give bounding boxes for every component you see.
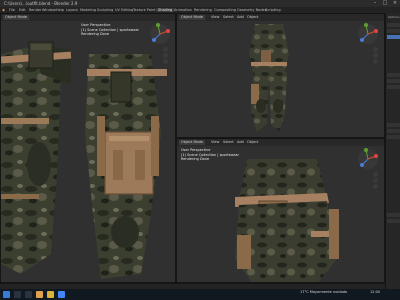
menu-help[interactable]: Help <box>56 8 64 12</box>
property-row[interactable] <box>387 29 400 33</box>
menu-view[interactable]: View <box>211 15 219 20</box>
tab-shading[interactable]: Shading <box>156 8 175 12</box>
render-status: Rendering Done <box>81 32 110 36</box>
camera-icon[interactable] <box>373 59 378 64</box>
tab-sculpting[interactable]: Sculpting <box>97 8 113 12</box>
top-right-viewport-render <box>249 24 289 132</box>
menu-select[interactable]: Select <box>223 15 234 20</box>
zoom-icon[interactable] <box>373 172 378 177</box>
viewport-bottom-right-header: Object Mode View Select Add Object <box>177 139 384 146</box>
tab-texture-paint[interactable]: Texture Paint <box>133 8 156 12</box>
zoom-icon[interactable] <box>373 47 378 52</box>
property-row[interactable] <box>387 135 400 139</box>
tab-scripting[interactable]: Scripting <box>265 8 281 12</box>
task-view-icon[interactable] <box>25 291 32 298</box>
close-button[interactable]: × <box>390 0 400 7</box>
viewport-top-right[interactable]: Object Mode View Select Add Object <box>176 13 385 138</box>
viewport-top-right-nav-buttons <box>373 47 378 65</box>
search-icon[interactable] <box>14 291 21 298</box>
menu-select[interactable]: Select <box>223 140 234 145</box>
menu-object[interactable]: Object <box>247 15 258 20</box>
blender-taskbar-icon[interactable] <box>36 291 43 298</box>
property-row[interactable] <box>387 213 400 217</box>
viewport-bottom-right-info: User Perspective (1) Scene Collection | … <box>181 148 239 162</box>
camera-icon[interactable] <box>163 59 168 64</box>
zoom-icon[interactable] <box>163 47 168 52</box>
maximize-button[interactable]: □ <box>380 0 390 7</box>
viewport-left-nav-buttons <box>163 47 168 65</box>
window-title: C:\Users\...\outfit.blend - Blender 2.9 <box>4 1 78 6</box>
menu-view[interactable]: View <box>211 140 219 145</box>
menu-object[interactable]: Object <box>247 140 258 145</box>
blender-logo-icon[interactable]: ◉ <box>2 8 5 12</box>
navigation-gizmo-icon[interactable] <box>149 23 171 45</box>
viewport-bottom-right-nav-buttons <box>373 172 378 190</box>
pan-icon[interactable] <box>373 178 378 183</box>
weather-status[interactable]: 17°C Mayormente nublado <box>300 290 347 295</box>
taskbar: 17°C Mayormente nublado 12:00 <box>0 289 400 300</box>
menu-add[interactable]: Add <box>237 140 244 145</box>
property-row-selected[interactable] <box>387 35 400 39</box>
menu-window[interactable]: Window <box>42 8 56 12</box>
options-label[interactable]: Options <box>388 15 400 19</box>
left-viewport-render <box>1 41 167 279</box>
file-explorer-icon[interactable] <box>47 291 54 298</box>
tab-uv-editing[interactable]: UV Editing <box>115 8 133 12</box>
property-row[interactable] <box>387 73 400 77</box>
title-bar: C:\Users\...\outfit.blend - Blender 2.9 … <box>0 0 400 7</box>
properties-panel: Options <box>385 13 400 289</box>
start-menu-icon[interactable] <box>3 291 10 298</box>
minimize-button[interactable]: – <box>370 0 380 7</box>
render-status: Rendering Done <box>181 157 210 161</box>
camera-icon[interactable] <box>373 184 378 189</box>
object-mode-select[interactable]: Object Mode <box>179 140 206 145</box>
tab-modeling[interactable]: Modeling <box>80 8 96 12</box>
property-row[interactable] <box>387 123 400 127</box>
menu-file[interactable]: File <box>9 8 15 12</box>
property-row[interactable] <box>387 23 400 27</box>
property-row[interactable] <box>387 129 400 133</box>
browser-icon[interactable] <box>58 291 65 298</box>
clock[interactable]: 12:00 <box>370 290 380 295</box>
menu-edit[interactable]: Edit <box>19 8 26 12</box>
navigation-gizmo-icon[interactable] <box>357 148 379 170</box>
tab-layout[interactable]: Layout <box>66 8 78 12</box>
viewport-bottom-right[interactable]: Object Mode View Select Add Object User … <box>176 138 385 283</box>
navigation-gizmo-icon[interactable] <box>357 23 379 45</box>
pan-icon[interactable] <box>163 53 168 58</box>
menu-add[interactable]: Add <box>237 15 244 20</box>
property-row[interactable] <box>387 85 400 89</box>
viewport-left-info: User Perspective (1) Scene Collection | … <box>81 23 139 37</box>
tab-compositing[interactable]: Compositing <box>214 8 236 12</box>
menu-render[interactable]: Render <box>29 8 41 12</box>
tab-animation[interactable]: Animation <box>174 8 192 12</box>
property-row[interactable] <box>387 219 400 223</box>
viewport-top-right-header: Object Mode View Select Add Object <box>177 14 384 21</box>
tab-geometry-nodes[interactable]: Geometry Nodes <box>237 8 267 12</box>
viewport-left-header: Object Mode <box>1 14 175 21</box>
object-mode-select[interactable]: Object Mode <box>179 15 206 20</box>
tab-rendering[interactable]: Rendering <box>194 8 212 12</box>
viewport-left[interactable]: Object Mode User Perspective (1) Scene C… <box>0 13 176 283</box>
object-mode-select[interactable]: Object Mode <box>3 15 30 20</box>
property-row[interactable] <box>387 79 400 83</box>
pan-icon[interactable] <box>373 53 378 58</box>
